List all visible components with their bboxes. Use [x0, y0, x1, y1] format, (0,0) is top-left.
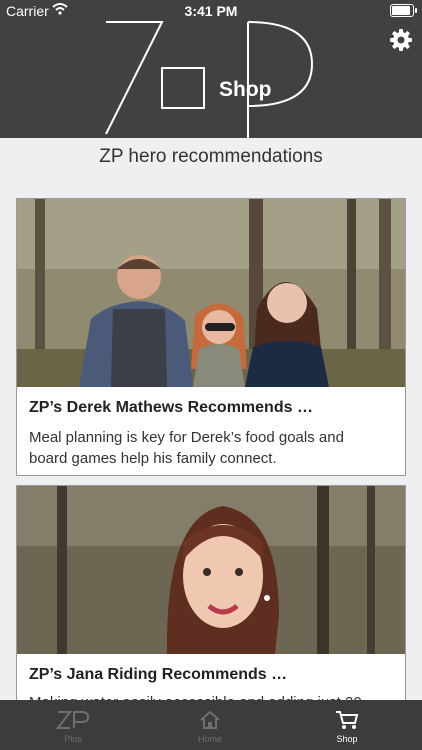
gear-icon[interactable] — [389, 28, 413, 52]
tab-bar: Plus Home Shop — [0, 700, 422, 750]
page-title: ZP hero recommendations — [99, 146, 323, 167]
home-icon — [200, 710, 220, 729]
battery-icon — [390, 4, 417, 17]
tab-home[interactable]: Home — [140, 700, 280, 750]
cart-icon — [336, 711, 359, 729]
tab-label: Home — [197, 734, 222, 744]
card-photo — [17, 199, 405, 387]
card-title: ZP’s Derek Mathews Recommends … — [29, 399, 313, 416]
zp-shop-logo — [105, 21, 314, 138]
card-title: ZP’s Jana Riding Recommends … — [29, 666, 288, 683]
tab-label: Plus — [64, 734, 82, 744]
app-header: Carrier 3:41 PM Shop — [0, 0, 422, 138]
logo-subtitle: Shop — [219, 78, 272, 101]
tab-plus[interactable]: Plus — [3, 700, 143, 750]
tab-shop[interactable]: Shop — [277, 700, 417, 750]
tab-label: Shop — [336, 734, 358, 744]
card-description: Meal planning is key for Derek’s food go… — [29, 429, 344, 467]
card-photo — [17, 486, 405, 654]
zp-plus-icon — [56, 711, 90, 729]
recommendation-card-derek[interactable]: ZP’s Derek Mathews Recommends … Meal pla… — [16, 198, 406, 476]
